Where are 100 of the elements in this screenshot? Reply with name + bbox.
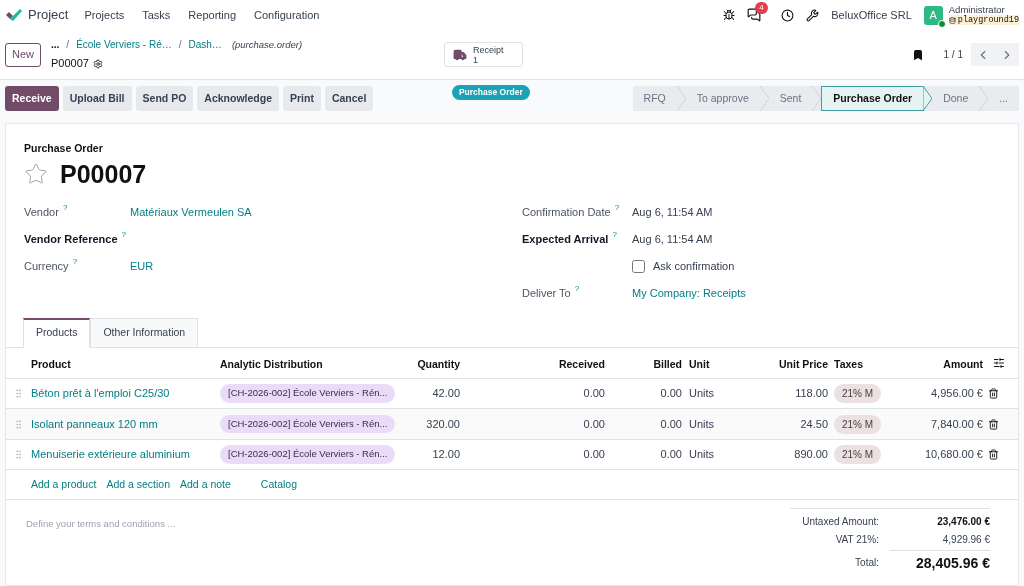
tax-tag: 21% M — [834, 414, 882, 434]
column-header[interactable]: Taxes — [834, 357, 863, 370]
help-mark[interactable]: ? — [612, 231, 617, 239]
star-icon[interactable] — [24, 161, 48, 186]
stage-step[interactable]: RFQ — [632, 86, 677, 111]
menu-item[interactable]: Configuration — [254, 6, 320, 24]
column-header[interactable]: Analytic Distribution — [220, 357, 323, 370]
product-link[interactable]: Béton prêt à l'emploi C25/30 — [31, 387, 170, 400]
table-cell: 0.00 — [660, 448, 682, 461]
form-title-label: Purchase Order — [24, 141, 104, 156]
add-line-link[interactable]: Add a section — [106, 476, 171, 493]
action-button[interactable]: Cancel — [324, 86, 374, 111]
drag-handle-icon[interactable] — [13, 418, 24, 430]
menu-item[interactable]: Tasks — [142, 6, 171, 24]
field-label: Deliver To — [522, 286, 571, 301]
delete-icon[interactable] — [988, 449, 999, 460]
app-name[interactable]: Project — [28, 5, 69, 25]
help-mark[interactable]: ? — [72, 258, 78, 266]
total-value: 23,476.00 € — [936, 514, 990, 529]
product-link[interactable]: Isolant panneaux 120 mm — [31, 417, 158, 430]
stage-step[interactable]: ... — [988, 86, 1019, 111]
clock-icon[interactable] — [781, 8, 795, 22]
form-tab[interactable]: Products — [23, 317, 91, 348]
breadcrumb-more-button[interactable]: ... — [51, 37, 60, 53]
settings-icon[interactable] — [92, 58, 103, 69]
field-value-link[interactable]: Matériaux Vermeulen SA — [130, 204, 252, 221]
drag-handle-icon[interactable] — [13, 449, 24, 460]
checkmark-logo-icon — [5, 8, 22, 22]
breadcrumb-link[interactable]: École Verviers - Ré… — [76, 37, 172, 53]
bookmark-icon[interactable] — [911, 48, 924, 61]
new-button[interactable]: New — [5, 42, 41, 67]
user-name: Administrator — [948, 5, 1006, 15]
delete-icon[interactable] — [988, 418, 999, 430]
company-name[interactable]: BeluxOffice SRL — [831, 6, 912, 24]
table-cell: 24.50 — [800, 417, 828, 430]
stage-chevron-separator — [812, 86, 822, 111]
column-header[interactable]: Billed — [653, 357, 682, 370]
action-button[interactable]: Receive — [5, 86, 59, 111]
add-line-link[interactable]: Catalog — [260, 476, 298, 493]
terms-field[interactable]: Define your terms and conditions ... — [26, 514, 790, 533]
menu-item[interactable]: Projects — [84, 6, 125, 24]
table-cell: 118.00 — [795, 387, 828, 400]
analytic-tag: [CH-2026-002] École Verviers - Rén... — [220, 445, 396, 464]
field-label: Vendor — [24, 205, 59, 220]
help-mark[interactable]: ? — [614, 204, 620, 212]
table-cell: 10,680.00 € — [924, 448, 983, 461]
column-header[interactable]: Received — [558, 357, 605, 370]
menu-item[interactable]: Reporting — [188, 6, 237, 24]
breadcrumb-separator: / — [178, 38, 182, 53]
column-header[interactable]: Quantity — [417, 357, 460, 370]
table-cell: 0.00 — [660, 387, 682, 400]
total-label: Untaxed Amount: — [802, 514, 879, 529]
table-cell: 42.00 — [432, 387, 460, 400]
add-line-link[interactable]: Add a product — [31, 476, 97, 493]
tax-tag: 21% M — [834, 445, 882, 464]
record-name: P00007 — [51, 56, 89, 72]
help-mark[interactable]: ? — [574, 285, 580, 293]
stage-step[interactable]: Done — [932, 86, 980, 111]
table-cell: 4,956.00 € — [931, 387, 983, 400]
ask-confirmation-checkbox[interactable] — [632, 259, 645, 273]
stage-chevron-separator — [759, 86, 769, 111]
breadcrumb-link[interactable]: Dash… — [188, 37, 222, 53]
action-button[interactable]: Send PO — [135, 86, 194, 111]
stage-step[interactable]: To approve — [685, 86, 760, 111]
checkbox-label: Ask confirmation — [653, 259, 735, 274]
add-line-link[interactable]: Add a note — [180, 476, 231, 493]
action-button[interactable]: Print — [283, 86, 321, 111]
record-title: P00007 — [60, 158, 147, 189]
tools-icon[interactable] — [806, 8, 820, 22]
total-label: VAT 21%: — [835, 532, 879, 547]
stage-step[interactable]: Sent — [768, 86, 813, 111]
help-mark[interactable]: ? — [121, 231, 126, 239]
database-icon — [948, 16, 956, 24]
field-label: Confirmation Date — [522, 205, 611, 220]
column-settings-icon[interactable] — [993, 356, 1005, 369]
chat-icon[interactable] — [747, 8, 762, 22]
delete-icon[interactable] — [988, 388, 999, 399]
total-value: 4,929.96 € — [941, 532, 990, 547]
drag-handle-icon[interactable] — [13, 388, 24, 399]
table-cell: Units — [689, 387, 715, 400]
action-button[interactable]: Upload Bill — [62, 86, 132, 111]
status-badge: Purchase Order — [451, 85, 530, 100]
receipt-smart-button[interactable]: Receipt 1 — [444, 42, 524, 67]
column-header[interactable]: Unit — [689, 357, 710, 370]
product-link[interactable]: Menuiserie extérieure aluminium — [31, 448, 190, 461]
field-value-link[interactable]: EUR — [130, 258, 154, 275]
table-cell: 0.00 — [660, 417, 682, 430]
column-header[interactable]: Product — [31, 357, 71, 370]
action-button[interactable]: Acknowledge — [197, 86, 279, 111]
help-mark[interactable]: ? — [62, 204, 68, 212]
stage-chevron-separator — [676, 86, 686, 111]
field-label: Vendor Reference — [24, 232, 118, 247]
column-header[interactable]: Unit Price — [779, 357, 828, 370]
total-value: 28,405.96 € — [890, 550, 990, 575]
field-value-link[interactable]: My Company: Receipts — [632, 285, 746, 302]
pager-value[interactable]: 1 / 1 — [943, 47, 963, 62]
field-label: Currency — [24, 259, 69, 274]
column-header[interactable]: Amount — [943, 357, 983, 370]
bug-icon[interactable] — [723, 9, 736, 21]
form-tab[interactable]: Other Information — [90, 317, 199, 348]
